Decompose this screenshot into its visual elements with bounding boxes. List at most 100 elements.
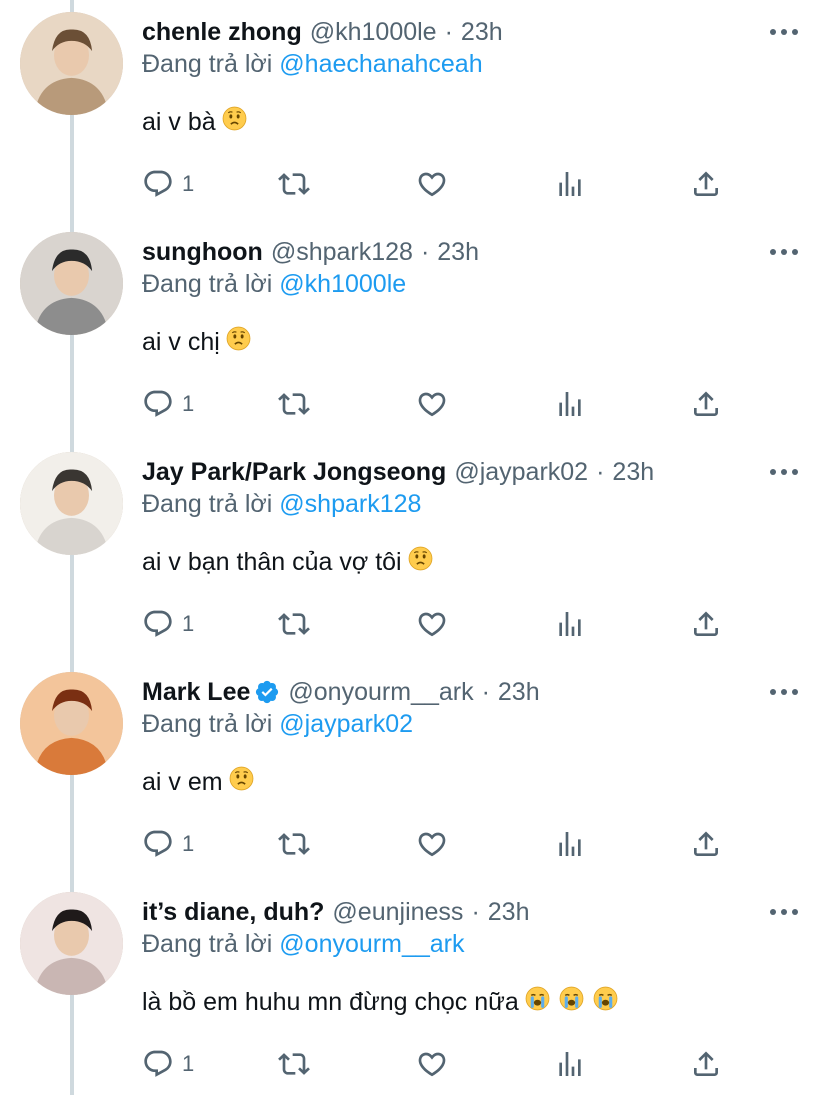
timestamp[interactable]: 23h: [461, 18, 503, 47]
user-handle[interactable]: @onyourm__ark: [288, 678, 473, 707]
share-button[interactable]: [690, 1046, 722, 1082]
separator-dot: ·: [471, 897, 480, 926]
share-icon: [694, 611, 718, 636]
display-name[interactable]: it’s diane, duh?: [142, 898, 324, 927]
views-button[interactable]: [554, 826, 586, 862]
reply-icon: [144, 830, 172, 857]
timestamp[interactable]: 23h: [437, 238, 479, 267]
timestamp[interactable]: 23h: [498, 678, 540, 707]
avatar[interactable]: [20, 232, 123, 335]
verified-badge-icon: [256, 680, 279, 704]
retweet-icon: [278, 393, 310, 415]
avatar-photo: [20, 672, 123, 775]
replying-to-link[interactable]: @onyourm__ark: [279, 930, 464, 958]
replying-to-link[interactable]: @jaypark02: [279, 710, 413, 738]
retweet-button[interactable]: [278, 1046, 310, 1082]
tweet-text-content: ai v bà: [142, 107, 216, 136]
more-options-icon[interactable]: [770, 248, 798, 256]
more-options-icon[interactable]: [770, 468, 798, 476]
analytics-icon: [559, 392, 581, 416]
worried-face-icon: [229, 766, 254, 791]
more-options-icon[interactable]: [770, 688, 798, 696]
views-button[interactable]: [554, 386, 586, 422]
tweet-text: ai v chị: [142, 326, 251, 358]
retweet-button[interactable]: [278, 386, 310, 422]
reply-icon: [144, 170, 172, 197]
share-button[interactable]: [690, 386, 722, 422]
tweet-1[interactable]: chenle zhong @kh1000le · 23h Đang trả lờ…: [0, 0, 828, 220]
separator-dot: ·: [596, 457, 605, 486]
views-button[interactable]: [554, 166, 586, 202]
tweet-text-content: ai v bạn thân của vợ tôi: [142, 547, 402, 576]
separator-dot: ·: [420, 237, 430, 266]
replying-to: Đang trả lời @kh1000le: [142, 270, 406, 299]
user-handle[interactable]: @jaypark02: [454, 458, 588, 487]
replying-to-link[interactable]: @shpark128: [279, 490, 421, 518]
like-button[interactable]: [416, 606, 448, 642]
reply-button[interactable]: 1: [142, 386, 194, 422]
share-icon: [694, 1051, 718, 1076]
display-name[interactable]: chenle zhong: [142, 18, 302, 47]
avatar[interactable]: [20, 672, 123, 775]
replying-to-label: Đang trả lời: [142, 710, 273, 738]
replying-to-label: Đang trả lời: [142, 50, 273, 78]
views-button[interactable]: [554, 606, 586, 642]
loudly-crying-face-icon: [525, 986, 550, 1011]
avatar[interactable]: [20, 892, 123, 995]
tweet-3[interactable]: Jay Park/Park Jongseong @jaypark02 · 23h…: [0, 440, 828, 660]
retweet-icon: [278, 613, 310, 635]
replying-to-link[interactable]: @kh1000le: [279, 270, 406, 298]
user-handle[interactable]: @eunjiness: [332, 898, 463, 927]
avatar[interactable]: [20, 12, 123, 115]
like-button[interactable]: [416, 1046, 448, 1082]
tweet-5[interactable]: it’s diane, duh? @eunjiness · 23h Đang t…: [0, 880, 828, 1095]
avatar[interactable]: [20, 452, 123, 555]
replying-to-label: Đang trả lời: [142, 930, 273, 958]
share-button[interactable]: [690, 826, 722, 862]
avatar-photo: [20, 892, 123, 995]
tweet-header: sunghoon @shpark128 · 23h: [142, 234, 479, 270]
like-button[interactable]: [416, 826, 448, 862]
display-name[interactable]: sunghoon: [142, 238, 263, 267]
user-handle[interactable]: @kh1000le: [310, 18, 437, 47]
tweet-text: là bồ em huhu mn đừng chọc nữa: [142, 986, 618, 1018]
separator-dot: ·: [481, 677, 490, 706]
replying-to: Đang trả lời @shpark128: [142, 490, 421, 519]
avatar-photo: [20, 452, 123, 555]
display-name[interactable]: Mark Lee: [142, 678, 250, 707]
views-button[interactable]: [554, 1046, 586, 1082]
user-handle[interactable]: @shpark128: [271, 238, 413, 267]
share-button[interactable]: [690, 606, 722, 642]
heart-icon: [418, 1052, 446, 1077]
avatar-photo: [20, 232, 123, 335]
reply-button[interactable]: 1: [142, 166, 194, 202]
tweet-actions: 1: [142, 826, 742, 862]
retweet-icon: [278, 833, 310, 855]
display-name[interactable]: Jay Park/Park Jongseong: [142, 458, 446, 487]
more-options-icon[interactable]: [770, 908, 798, 916]
reply-button[interactable]: 1: [142, 1046, 194, 1082]
like-button[interactable]: [416, 166, 448, 202]
tweet-text: ai v em: [142, 766, 254, 798]
heart-icon: [418, 612, 446, 637]
retweet-button[interactable]: [278, 166, 310, 202]
retweet-button[interactable]: [278, 606, 310, 642]
reply-button[interactable]: 1: [142, 606, 194, 642]
reply-button[interactable]: 1: [142, 826, 194, 862]
avatar-photo: [20, 12, 123, 115]
reply-count: 1: [182, 391, 195, 416]
replying-to-link[interactable]: @haechanahceah: [279, 50, 482, 78]
more-options-icon[interactable]: [770, 28, 798, 36]
share-button[interactable]: [690, 166, 722, 202]
worried-face-icon: [222, 106, 247, 131]
tweet-text-content: ai v chị: [142, 327, 220, 356]
tweet-header: Jay Park/Park Jongseong @jaypark02 · 23h: [142, 454, 654, 490]
share-icon: [694, 831, 718, 856]
timestamp[interactable]: 23h: [612, 458, 654, 487]
reply-count: 1: [182, 611, 195, 636]
retweet-button[interactable]: [278, 826, 310, 862]
like-button[interactable]: [416, 386, 448, 422]
tweet-4[interactable]: Mark Lee @onyourm__ark · 23h Đang trả lờ…: [0, 660, 828, 880]
timestamp[interactable]: 23h: [488, 898, 530, 927]
tweet-2[interactable]: sunghoon @shpark128 · 23h Đang trả lời @…: [0, 220, 828, 440]
